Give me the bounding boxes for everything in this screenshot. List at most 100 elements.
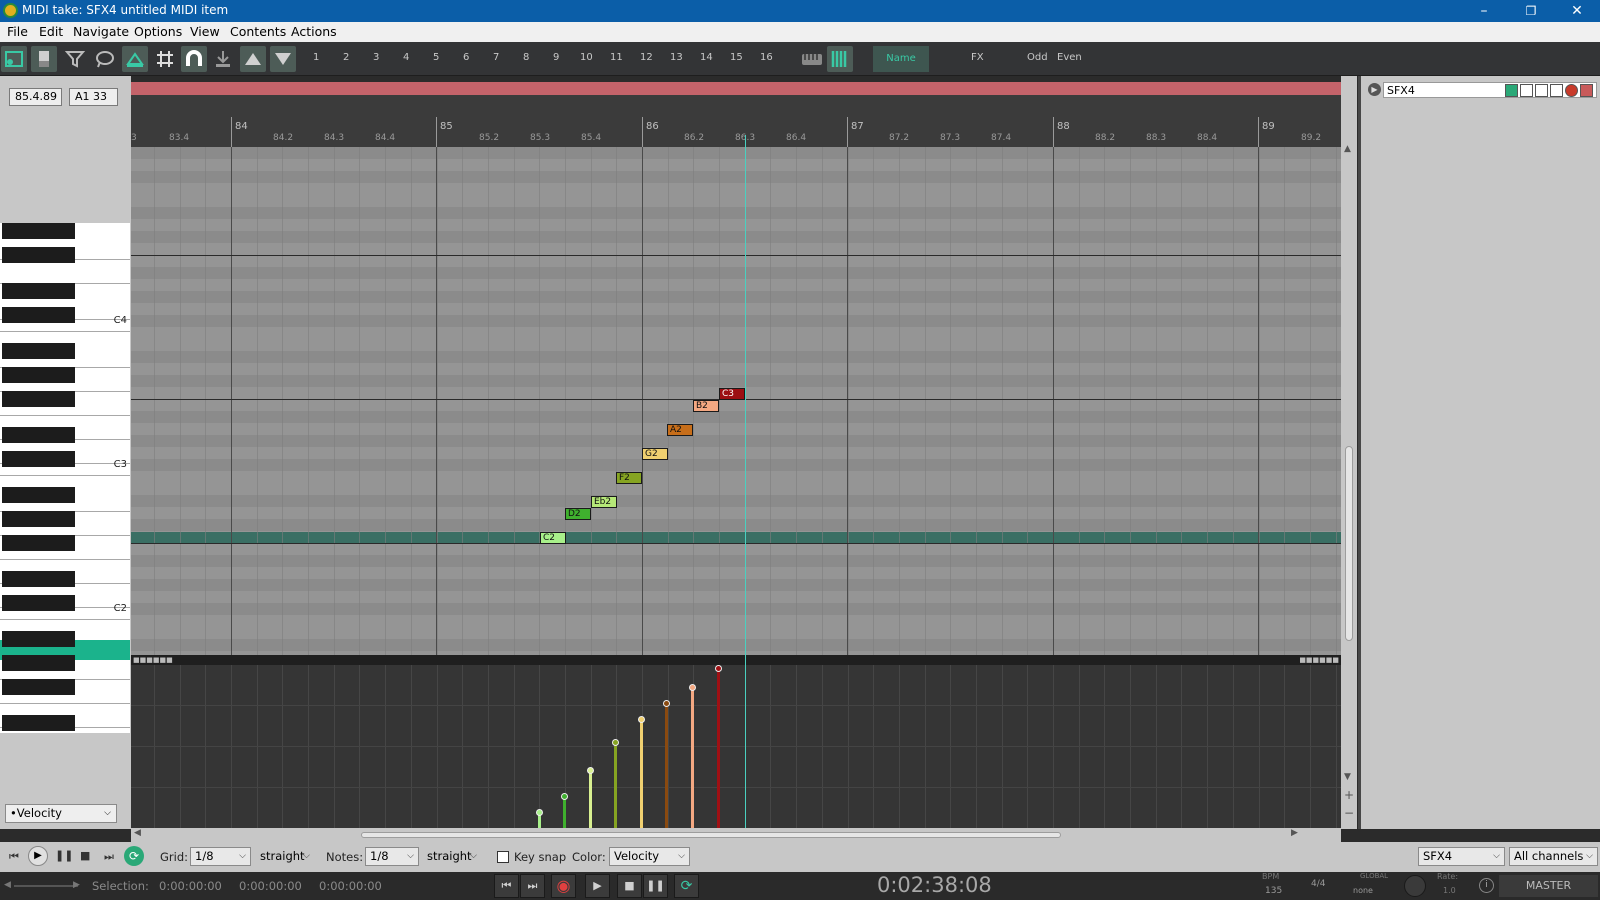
channel-11-button[interactable]: 11 <box>610 52 623 63</box>
scroll-up-icon[interactable]: ▲ <box>1344 144 1351 154</box>
eraser-icon[interactable] <box>31 46 57 72</box>
bpm-value[interactable]: 135 <box>1265 886 1282 896</box>
vertical-scroll-thumb[interactable] <box>1345 446 1353 641</box>
channel-15-button[interactable]: 15 <box>730 52 743 63</box>
scroll-down-icon[interactable]: ▼ <box>1344 772 1351 782</box>
go-start-icon[interactable]: ⏮ <box>9 850 19 864</box>
channel-7-button[interactable]: 7 <box>493 52 499 63</box>
channel-16-button[interactable]: 16 <box>760 52 773 63</box>
midi-editor-icon[interactable] <box>1 46 27 72</box>
lasso-icon[interactable] <box>92 46 118 72</box>
global-value[interactable]: none <box>1353 886 1373 895</box>
even-button[interactable]: Even <box>1057 52 1082 63</box>
midi-note[interactable]: B2 <box>693 400 719 412</box>
play-track-icon[interactable]: ▶ <box>1368 83 1381 96</box>
rate-value[interactable]: 1.0 <box>1443 886 1456 895</box>
channel-1-button[interactable]: 1 <box>313 52 319 63</box>
velocity-handle[interactable] <box>663 700 670 707</box>
velocity-handle[interactable] <box>715 665 722 672</box>
channel-9-button[interactable]: 9 <box>553 52 559 63</box>
menu-navigate[interactable]: Navigate <box>73 24 129 39</box>
loop-icon[interactable]: ⟳ <box>124 846 144 866</box>
velocity-handle[interactable] <box>536 809 543 816</box>
name-button[interactable]: Name <box>873 46 929 72</box>
velocity-handle[interactable] <box>561 793 568 800</box>
velocity-handle[interactable] <box>612 739 619 746</box>
channel-8-button[interactable]: 8 <box>523 52 529 63</box>
channel-5-button[interactable]: 5 <box>433 52 439 63</box>
channel-2-button[interactable]: 2 <box>343 52 349 63</box>
filter-icon[interactable] <box>62 46 88 72</box>
velocity-stem[interactable] <box>640 719 643 828</box>
rate-knob[interactable] <box>1404 875 1426 897</box>
velocity-handle[interactable] <box>587 767 594 774</box>
scroll-right-icon[interactable]: ▶ <box>1291 828 1298 838</box>
velocity-stem[interactable] <box>614 742 617 828</box>
pause-button-icon[interactable]: ❚❚ <box>643 874 668 898</box>
piano-keyboard[interactable]: C4 C3 C2 <box>0 223 130 733</box>
channel-6-button[interactable]: 6 <box>463 52 469 63</box>
menu-options[interactable]: Options <box>134 24 182 39</box>
restore-button[interactable]: ❐ <box>1508 0 1554 22</box>
play-icon[interactable]: ▶ <box>28 846 48 866</box>
go-start-icon[interactable]: ⏮ <box>494 874 519 898</box>
snap-notes-icon[interactable] <box>122 46 148 72</box>
midi-note[interactable]: C2 <box>540 532 566 544</box>
midi-note[interactable]: A2 <box>667 424 693 436</box>
triangle-up-icon[interactable] <box>240 46 266 72</box>
notes-type-dropdown[interactable]: straight ⌵ <box>422 847 482 866</box>
channel-4-button[interactable]: 4 <box>403 52 409 63</box>
info-icon[interactable]: i <box>1479 878 1494 893</box>
velocity-lane[interactable] <box>131 665 1341 828</box>
record-arm-icon[interactable] <box>1520 84 1533 97</box>
grid-icon[interactable] <box>152 46 178 72</box>
velocity-stem[interactable] <box>717 668 720 828</box>
piano-roll-grid[interactable]: C2 D2 Eb2 F2 G2 A2 B2 C3 <box>131 147 1341 655</box>
scrub-left-icon[interactable]: ◀ <box>4 880 11 890</box>
go-end-icon[interactable]: ⏭ <box>520 874 545 898</box>
midi-note[interactable]: G2 <box>642 448 668 460</box>
go-end-icon[interactable]: ⏭ <box>104 850 114 864</box>
channel-14-button[interactable]: 14 <box>700 52 713 63</box>
mute-icon[interactable] <box>1580 84 1593 97</box>
loop-region-bar[interactable] <box>131 82 1341 95</box>
master-button[interactable]: MASTER <box>1499 875 1598 897</box>
track-color-icon[interactable] <box>1505 84 1518 97</box>
piano-roll-icon[interactable] <box>827 46 853 72</box>
velocity-stem[interactable] <box>691 687 694 828</box>
midi-note[interactable]: D2 <box>565 508 591 520</box>
grid-type-dropdown[interactable]: straight ⌵ <box>255 847 315 866</box>
close-button[interactable]: ✕ <box>1554 0 1600 22</box>
zoom-in-icon[interactable]: + <box>1344 788 1354 802</box>
scrub-right-icon[interactable]: ▶ <box>73 880 80 890</box>
channel-12-button[interactable]: 12 <box>640 52 653 63</box>
menu-view[interactable]: View <box>190 24 220 39</box>
channel-3-button[interactable]: 3 <box>373 52 379 63</box>
midi-note[interactable]: Eb2 <box>591 496 617 508</box>
notes-dropdown[interactable]: 1/8 ⌵ <box>365 847 419 866</box>
pause-icon[interactable]: ❚❚ <box>55 849 73 862</box>
menu-edit[interactable]: Edit <box>39 24 63 39</box>
velocity-stem[interactable] <box>589 770 592 828</box>
quantize-icon[interactable] <box>210 46 236 72</box>
eye-icon[interactable] <box>1550 84 1563 97</box>
minimize-button[interactable]: – <box>1461 0 1507 22</box>
triangle-down-icon[interactable] <box>270 46 296 72</box>
fx-button[interactable]: FX <box>971 52 984 63</box>
record-button-icon[interactable]: ◉ <box>551 874 576 898</box>
grid-dropdown[interactable]: 1/8 ⌵ <box>190 847 251 866</box>
keyboard-icon[interactable] <box>799 46 825 72</box>
velocity-handle[interactable] <box>689 684 696 691</box>
zoom-out-icon[interactable]: − <box>1344 806 1354 820</box>
horizontal-scrollbar[interactable]: ◀ ▶ <box>131 828 1341 842</box>
cc-lane-dropdown[interactable]: •Velocity ⌵ <box>5 804 117 823</box>
time-signature[interactable]: 4/4 <box>1311 879 1325 889</box>
play-button-icon[interactable]: ▶ <box>585 874 610 898</box>
channel-10-button[interactable]: 10 <box>580 52 593 63</box>
menu-actions[interactable]: Actions <box>291 24 337 39</box>
menu-file[interactable]: File <box>7 24 28 39</box>
repeat-button-icon[interactable]: ⟳ <box>674 874 699 898</box>
color-mode-dropdown[interactable]: Velocity ⌵ <box>609 847 690 866</box>
channel-filter-dropdown[interactable]: All channels ⌵ <box>1509 847 1598 866</box>
stop-icon[interactable]: ■ <box>80 849 90 862</box>
